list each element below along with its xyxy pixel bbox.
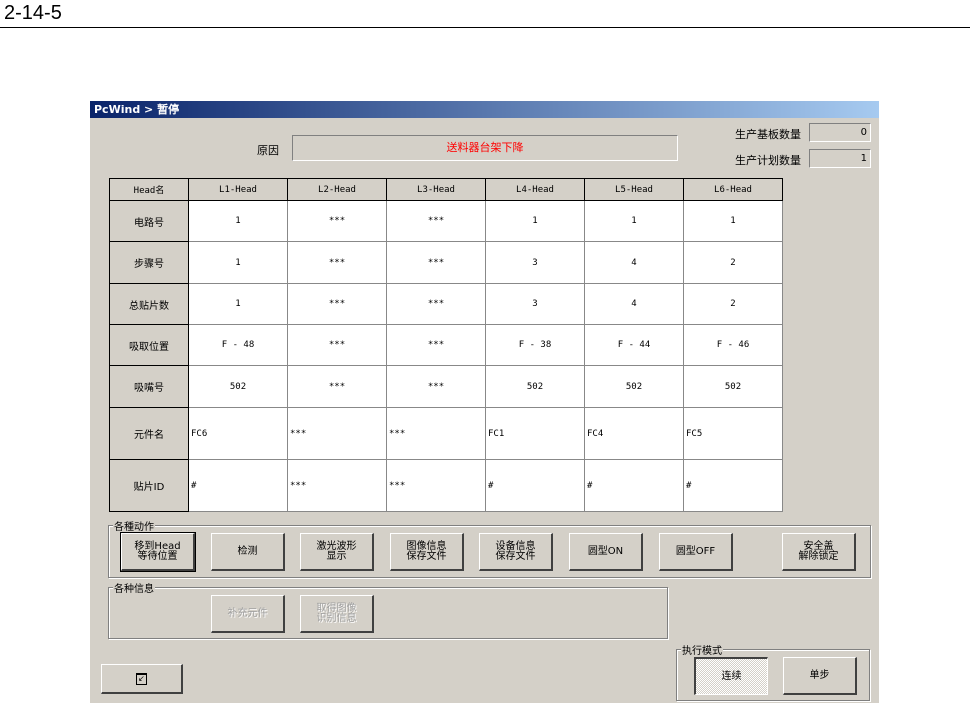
head-name-header: Head名 — [109, 178, 189, 201]
table-cell: F - 38 — [485, 324, 585, 366]
divider — [0, 27, 970, 28]
table-cell: 502 — [584, 365, 684, 408]
table-cell: FC6 — [188, 407, 288, 460]
minimize-button[interactable]: ↙ — [101, 664, 183, 694]
table-row: 电路号 1 *** *** 1 1 1 — [109, 200, 783, 242]
continuous-mode-button[interactable]: 连续 — [694, 657, 768, 695]
table-cell: 1 — [485, 200, 585, 242]
mode-group-title: 执行模式 — [681, 642, 723, 657]
row-header: 元件名 — [109, 407, 189, 460]
column-header: L6-Head — [683, 178, 783, 201]
table-cell: FC5 — [683, 407, 783, 460]
table-cell: 502 — [485, 365, 585, 408]
table-cell: *** — [386, 283, 486, 325]
table-cell: *** — [287, 200, 387, 242]
circle-off-button[interactable]: 圆型OFF — [659, 533, 733, 571]
table-cell: FC4 — [584, 407, 684, 460]
table-cell: # — [188, 459, 288, 512]
table-cell: 2 — [683, 283, 783, 325]
table-cell: 3 — [485, 241, 585, 284]
table-cell: 1 — [584, 200, 684, 242]
table-cell: 1 — [188, 283, 288, 325]
table-row: 贴片ID # *** *** # # # — [109, 459, 783, 512]
add-component-button[interactable]: 补充元件 — [211, 595, 285, 633]
circle-on-button[interactable]: 圆型ON — [569, 533, 643, 571]
table-cell: 1 — [188, 200, 288, 242]
table-cell: F - 44 — [584, 324, 684, 366]
laser-waveform-button[interactable]: 激光波形 显示 — [300, 533, 374, 571]
move-to-head-wait-button[interactable]: 移到Head 等待位置 — [120, 532, 196, 572]
row-header: 贴片ID — [109, 459, 189, 512]
table-cell: # — [683, 459, 783, 512]
single-step-button[interactable]: 单步 — [783, 657, 857, 695]
table-cell: *** — [386, 407, 486, 460]
table-cell: # — [584, 459, 684, 512]
row-header: 吸嘴号 — [109, 365, 189, 408]
table-cell: 3 — [485, 283, 585, 325]
page-header: 2-14-5 — [4, 2, 62, 24]
table-cell: 1 — [683, 200, 783, 242]
table-row: 总贴片数 1 *** *** 3 4 2 — [109, 283, 783, 325]
reason-field: 送料器台架下降 — [292, 135, 678, 161]
table-cell: *** — [386, 324, 486, 366]
table-cell: *** — [287, 365, 387, 408]
column-header: L2-Head — [287, 178, 387, 201]
table-cell: *** — [287, 459, 387, 512]
board-count-label: 生产基板数量 — [735, 128, 801, 141]
table-cell: *** — [386, 200, 486, 242]
info-group-title: 各种信息 — [113, 580, 155, 595]
table-cell: *** — [386, 241, 486, 284]
board-count-field: 0 — [809, 123, 871, 142]
info-group: 各种信息 — [108, 580, 668, 639]
window-title: PcWind > 暂停 — [90, 101, 879, 118]
table-cell: *** — [287, 241, 387, 284]
table-cell: 4 — [584, 283, 684, 325]
table-cell: *** — [386, 365, 486, 408]
save-image-info-button[interactable]: 图像信息 保存文件 — [390, 533, 464, 571]
table-row: 步骤号 1 *** *** 3 4 2 — [109, 241, 783, 284]
table-cell: 502 — [683, 365, 783, 408]
plan-count-field: 1 — [809, 149, 871, 168]
row-header: 总贴片数 — [109, 283, 189, 325]
table-cell: 1 — [188, 241, 288, 284]
table-cell: F - 48 — [188, 324, 288, 366]
table-cell: *** — [287, 283, 387, 325]
save-device-info-button[interactable]: 设备信息 保存文件 — [479, 533, 553, 571]
restore-icon: ↙ — [136, 672, 147, 685]
table-row: 吸嘴号 502 *** *** 502 502 502 — [109, 365, 783, 408]
table-cell: 502 — [188, 365, 288, 408]
unlock-cover-button[interactable]: 安全盖 解除锁定 — [782, 533, 856, 571]
table-cell: *** — [386, 459, 486, 512]
pause-window: PcWind > 暂停 原因 送料器台架下降 生产基板数量 0 生产计划数量 1… — [89, 100, 880, 704]
table-cell: 4 — [584, 241, 684, 284]
row-header: 步骤号 — [109, 241, 189, 284]
actions-group-title: 各種动作 — [113, 518, 155, 533]
table-cell: FC1 — [485, 407, 585, 460]
table-cell: # — [485, 459, 585, 512]
table-cell: *** — [287, 407, 387, 460]
column-header: L1-Head — [188, 178, 288, 201]
detect-button[interactable]: 检测 — [211, 533, 285, 571]
row-header: 吸取位置 — [109, 324, 189, 366]
reason-label: 原因 — [257, 144, 279, 157]
table-row: 吸取位置 F - 48 *** *** F - 38 F - 44 F - 46 — [109, 324, 783, 366]
column-header: L3-Head — [386, 178, 486, 201]
row-header: 电路号 — [109, 200, 189, 242]
table-cell: 2 — [683, 241, 783, 284]
table-cell: *** — [287, 324, 387, 366]
plan-count-label: 生产计划数量 — [735, 154, 801, 167]
column-header: L5-Head — [584, 178, 684, 201]
head-table: Head名 L1-Head L2-Head L3-Head L4-Head L5-Head… — [109, 178, 783, 512]
table-cell: F - 46 — [683, 324, 783, 366]
column-header: L4-Head — [485, 178, 585, 201]
table-row: 元件名 FC6 *** *** FC1 FC4 FC5 — [109, 407, 783, 460]
get-image-recognition-button[interactable]: 取得图像 识别信息 — [300, 595, 374, 633]
